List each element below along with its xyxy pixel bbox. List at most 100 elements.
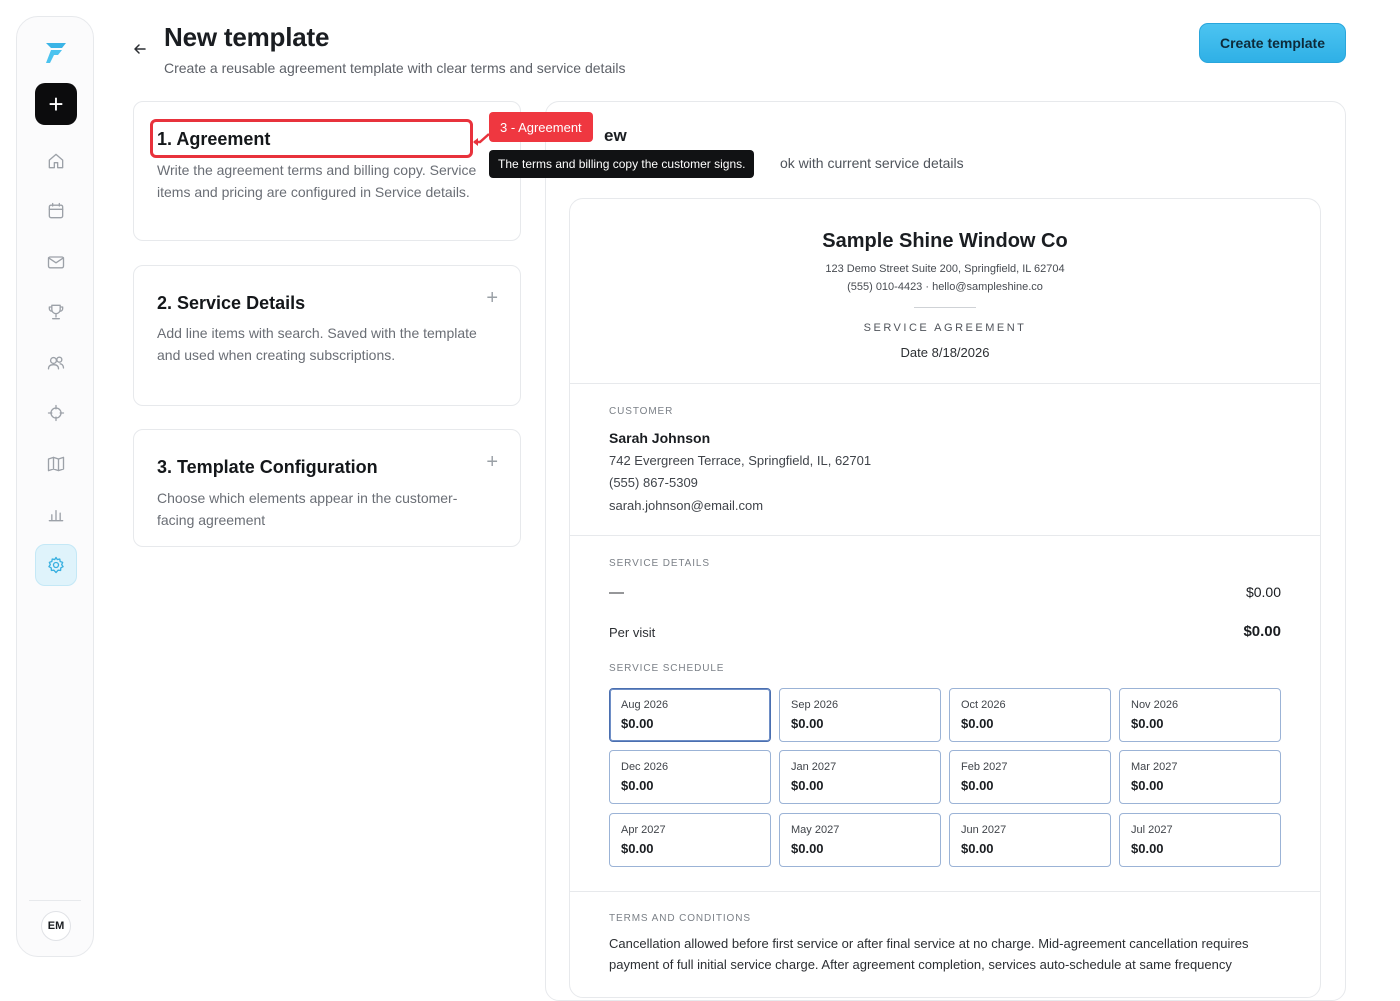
preview-title: ew — [604, 126, 627, 145]
company-contact: (555) 010-4423 · hello@sampleshine.co — [847, 281, 1043, 293]
create-template-button[interactable]: Create template — [1199, 23, 1346, 63]
step-description: Choose which elements appear in the cust… — [157, 490, 458, 528]
per-visit-label: Per visit — [609, 625, 656, 640]
schedule-amount: $0.00 — [1131, 841, 1164, 856]
line-item-price: $0.00 — [1245, 584, 1281, 600]
schedule-month: Dec 2026 — [621, 761, 669, 773]
sidebar-item-trophy[interactable] — [35, 291, 77, 333]
customer-address: 742 Evergreen Terrace, Springfield, IL, … — [609, 453, 872, 468]
schedule-month-card[interactable]: Aug 2026 $0.00 — [609, 688, 771, 742]
expand-plus-icon[interactable]: + — [486, 287, 498, 310]
back-arrow-icon[interactable] — [132, 41, 148, 57]
schedule-month: Feb 2027 — [961, 761, 1008, 773]
schedule-month: Jan 2027 — [791, 761, 837, 773]
schedule-amount: $0.00 — [1131, 716, 1164, 731]
schedule-month-card[interactable]: May 2027 $0.00 — [779, 813, 941, 867]
customer-label: CUSTOMER — [609, 406, 674, 417]
sidebar-item-settings[interactable] — [35, 544, 77, 586]
step-card-service-details[interactable]: 2. Service Details + Add line items with… — [133, 265, 521, 406]
schedule-month: Jun 2027 — [961, 824, 1007, 836]
schedule-amount: $0.00 — [621, 778, 654, 793]
preview-subtitle: ok with current service details — [780, 155, 964, 171]
sidebar-item-reports[interactable] — [35, 493, 77, 535]
header-divider — [914, 307, 976, 308]
annotation-arrow-icon — [473, 133, 490, 146]
user-avatar[interactable]: EM — [41, 911, 71, 941]
customer-phone: (555) 867-5309 — [609, 475, 698, 490]
schedule-month-card[interactable]: Jun 2027 $0.00 — [949, 813, 1111, 867]
home-icon — [48, 153, 64, 169]
page-title: New template — [164, 22, 330, 52]
trophy-icon — [48, 304, 64, 320]
plus-icon: + — [48, 89, 64, 119]
schedule-month-card[interactable]: Feb 2027 $0.00 — [949, 750, 1111, 804]
company-address: 123 Demo Street Suite 200, Springfield, … — [825, 263, 1065, 275]
schedule-amount: $0.00 — [791, 778, 824, 793]
terms-label: TERMS AND CONDITIONS — [609, 913, 751, 924]
annotation-tag: 3 - Agreement — [489, 112, 593, 142]
schedule-month: Nov 2026 — [1131, 699, 1179, 711]
per-visit-price: $0.00 — [1243, 623, 1281, 640]
schedule-amount: $0.00 — [791, 841, 824, 856]
schedule-amount: $0.00 — [791, 716, 824, 731]
schedule-month-card[interactable]: Nov 2026 $0.00 — [1119, 688, 1281, 742]
mail-icon — [47, 256, 65, 269]
sidebar-item-calendar[interactable] — [35, 190, 77, 232]
schedule-month-card[interactable]: Dec 2026 $0.00 — [609, 750, 771, 804]
line-item-name: — — [609, 584, 624, 601]
service-details-label: SERVICE DETAILS — [609, 558, 710, 569]
annotation-tooltip: The terms and billing copy the customer … — [489, 150, 755, 178]
sidebar-item-mail[interactable] — [35, 241, 77, 283]
sidebar: + EM — [16, 16, 94, 957]
sidebar-item-home[interactable] — [35, 140, 77, 182]
agreement-document — [569, 198, 1321, 998]
schedule-month: Apr 2027 — [621, 824, 666, 836]
new-item-button[interactable]: + — [35, 83, 77, 125]
sidebar-item-target[interactable] — [35, 392, 77, 434]
map-icon — [47, 456, 65, 472]
schedule-amount: $0.00 — [621, 841, 654, 856]
sidebar-divider — [29, 900, 81, 901]
schedule-month-card[interactable]: Oct 2026 $0.00 — [949, 688, 1111, 742]
schedule-month: Mar 2027 — [1131, 761, 1178, 773]
step-card-template-configuration[interactable]: 3. Template Configuration + Choose which… — [133, 429, 521, 547]
terms-text: Cancellation allowed before first servic… — [609, 936, 1249, 972]
brand-logo-icon[interactable] — [40, 37, 72, 69]
sidebar-item-users[interactable] — [35, 342, 77, 384]
annotation-highlight-box — [150, 119, 473, 158]
agreement-label: SERVICE AGREEMENT — [863, 322, 1027, 334]
company-name: Sample Shine Window Co — [822, 230, 1068, 252]
page-subtitle: Create a reusable agreement template wit… — [164, 60, 626, 76]
schedule-amount: $0.00 — [1131, 778, 1164, 793]
schedule-month: Oct 2026 — [961, 699, 1006, 711]
section-divider — [570, 891, 1320, 892]
schedule-month-card[interactable]: Jul 2027 $0.00 — [1119, 813, 1281, 867]
schedule-amount: $0.00 — [621, 716, 654, 731]
customer-name: Sarah Johnson — [609, 430, 711, 446]
customer-email: sarah.johnson@email.com — [609, 498, 764, 513]
step-description: Write the agreement terms and billing co… — [157, 162, 477, 200]
schedule-month: Jul 2027 — [1131, 824, 1173, 836]
schedule-month-card[interactable]: Mar 2027 $0.00 — [1119, 750, 1281, 804]
step-description: Add line items with search. Saved with t… — [157, 325, 477, 363]
schedule-month: May 2027 — [791, 824, 840, 836]
settings-icon — [48, 556, 64, 574]
schedule-month: Sep 2026 — [791, 699, 839, 711]
schedule-month: Aug 2026 — [621, 699, 669, 711]
agreement-date: Date 8/18/2026 — [900, 345, 990, 360]
bar-chart-icon — [48, 510, 64, 522]
step-title: 3. Template Configuration — [157, 457, 378, 477]
sidebar-item-map[interactable] — [35, 443, 77, 485]
schedule-amount: $0.00 — [961, 778, 994, 793]
schedule-amount: $0.00 — [961, 716, 994, 731]
schedule-month-card[interactable]: Sep 2026 $0.00 — [779, 688, 941, 742]
schedule-month-card[interactable]: Jan 2027 $0.00 — [779, 750, 941, 804]
calendar-icon — [48, 202, 64, 219]
expand-plus-icon[interactable]: + — [486, 451, 498, 474]
users-icon — [47, 356, 65, 370]
schedule-amount: $0.00 — [961, 841, 994, 856]
section-divider — [570, 383, 1320, 384]
schedule-month-card[interactable]: Apr 2027 $0.00 — [609, 813, 771, 867]
step-title: 2. Service Details — [157, 293, 306, 313]
target-icon — [47, 404, 65, 422]
